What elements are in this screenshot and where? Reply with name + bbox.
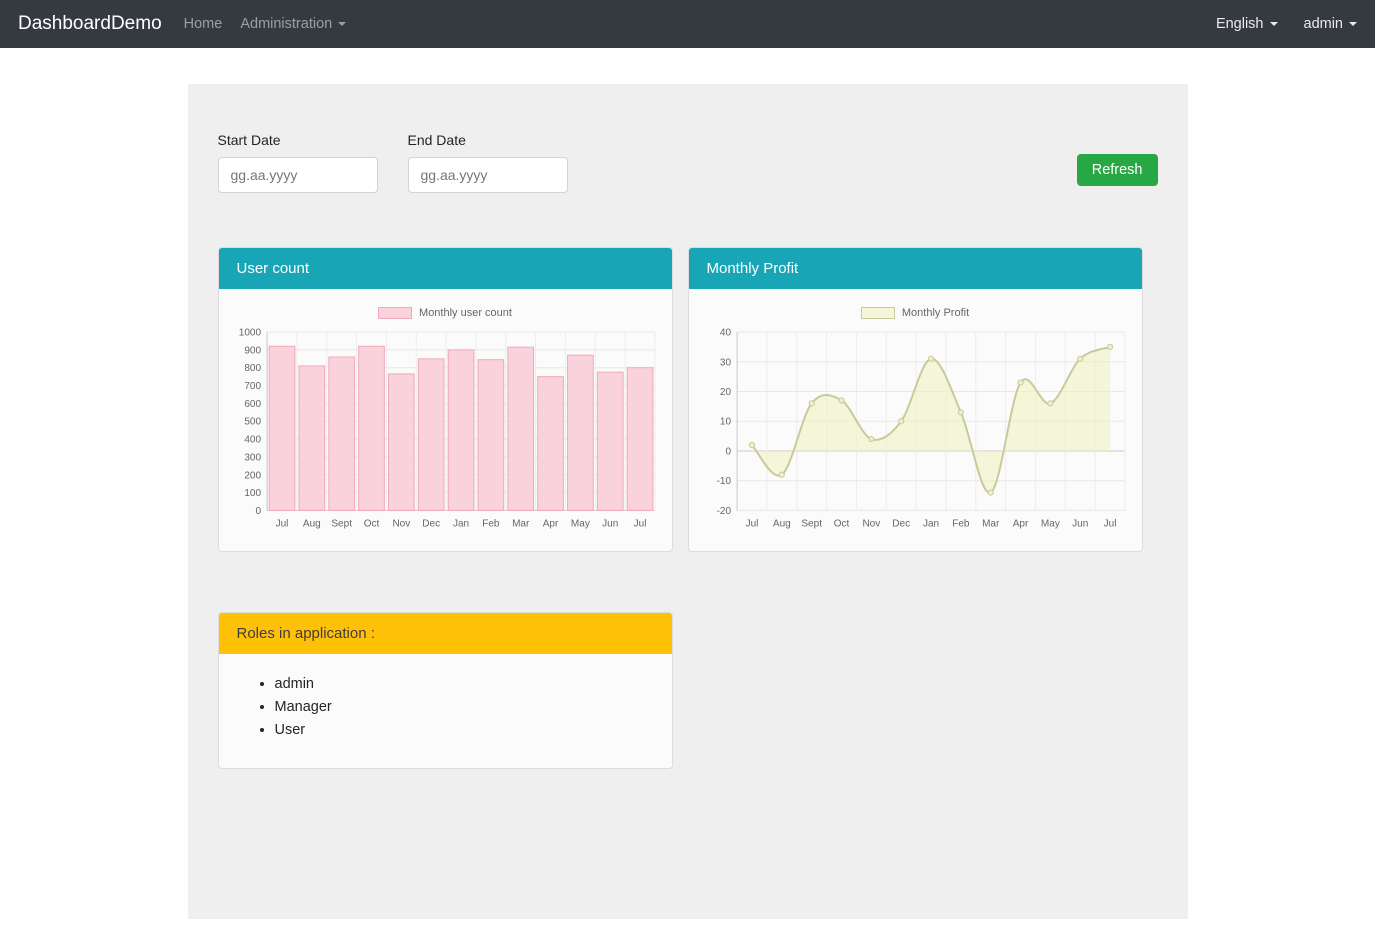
- end-date-label: End Date: [408, 132, 568, 148]
- monthly-profit-panel-body: Monthly Profit -20 -10 0 10 20 30 40 Jul Aug Sept…: [689, 289, 1142, 551]
- svg-text:0: 0: [255, 506, 261, 517]
- user-count-panel: User count Monthly user count 0 100 200 300…: [218, 247, 673, 552]
- monthly-profit-legend-label: Monthly Profit: [902, 307, 969, 319]
- nav-item-home-label: Home: [184, 16, 223, 32]
- svg-text:May: May: [570, 518, 589, 529]
- svg-text:30: 30: [719, 357, 731, 368]
- svg-text:Apr: Apr: [542, 518, 558, 529]
- monthly-profit-line-chart: -20 -10 0 10 20 30 40 Jul Aug Sept Oct Nov Dec Jan Feb…: [699, 325, 1132, 535]
- language-dropdown[interactable]: English: [1216, 16, 1278, 32]
- user-menu-dropdown[interactable]: admin: [1304, 16, 1358, 32]
- svg-text:40: 40: [719, 328, 731, 339]
- chevron-down-icon: [338, 22, 346, 26]
- svg-text:Jun: Jun: [602, 518, 618, 529]
- navbar-left-links: Home Administration: [184, 16, 347, 32]
- svg-text:Jul: Jul: [633, 518, 646, 529]
- roles-list-item: User: [275, 722, 654, 738]
- svg-text:Mar: Mar: [982, 518, 1000, 529]
- user-menu-label: admin: [1304, 16, 1344, 32]
- chevron-down-icon: [1349, 22, 1357, 26]
- svg-text:700: 700: [244, 381, 261, 392]
- svg-text:-10: -10: [716, 476, 731, 487]
- navbar: DashboardDemo Home Administration Englis…: [0, 0, 1375, 48]
- nav-item-administration[interactable]: Administration: [240, 16, 346, 32]
- svg-text:Aug: Aug: [772, 518, 790, 529]
- roles-list-item: Manager: [275, 699, 654, 715]
- roles-panel: Roles in application : admin Manager User: [218, 612, 673, 769]
- svg-text:Sept: Sept: [331, 518, 352, 529]
- svg-text:Sept: Sept: [801, 518, 822, 529]
- svg-text:-20: -20: [716, 506, 731, 517]
- svg-text:Nov: Nov: [862, 518, 880, 529]
- svg-text:1000: 1000: [238, 328, 261, 339]
- svg-text:Jan: Jan: [452, 518, 468, 529]
- svg-text:Mar: Mar: [512, 518, 530, 529]
- svg-text:Jun: Jun: [1072, 518, 1088, 529]
- svg-text:Oct: Oct: [363, 518, 379, 529]
- user-count-legend-label: Monthly user count: [419, 307, 512, 319]
- svg-text:May: May: [1040, 518, 1059, 529]
- nav-item-administration-label: Administration: [240, 16, 332, 32]
- svg-text:500: 500: [244, 417, 261, 428]
- user-count-bar-chart: 0 100 200 300 400 500 600 700 800 900 1000 Jul Aug Se…: [229, 325, 662, 535]
- start-date-input[interactable]: [218, 157, 378, 193]
- monthly-profit-panel: Monthly Profit Monthly Profit -20 -10 0 10 2…: [688, 247, 1143, 552]
- svg-text:900: 900: [244, 345, 261, 356]
- svg-text:Jan: Jan: [922, 518, 938, 529]
- svg-text:Jul: Jul: [1103, 518, 1116, 529]
- svg-text:0: 0: [725, 446, 731, 457]
- svg-text:Oct: Oct: [833, 518, 849, 529]
- roles-panel-body: admin Manager User: [219, 654, 672, 768]
- svg-text:Feb: Feb: [482, 518, 500, 529]
- roles-list-item: admin: [275, 676, 654, 692]
- svg-text:Jul: Jul: [275, 518, 288, 529]
- svg-text:Dec: Dec: [422, 518, 440, 529]
- monthly-profit-legend[interactable]: Monthly Profit: [699, 301, 1132, 325]
- svg-text:Jul: Jul: [745, 518, 758, 529]
- chevron-down-icon: [1270, 22, 1278, 26]
- language-dropdown-label: English: [1216, 16, 1264, 32]
- navbar-right-links: English admin: [1216, 16, 1357, 32]
- start-date-label: Start Date: [218, 132, 378, 148]
- svg-text:Dec: Dec: [892, 518, 910, 529]
- svg-text:Apr: Apr: [1012, 518, 1028, 529]
- svg-text:600: 600: [244, 399, 261, 410]
- svg-text:Feb: Feb: [952, 518, 970, 529]
- main-container: Start Date End Date Refresh User count M…: [188, 84, 1188, 919]
- svg-text:400: 400: [244, 435, 261, 446]
- filter-row: Start Date End Date Refresh: [218, 132, 1158, 193]
- svg-text:300: 300: [244, 452, 261, 463]
- svg-text:20: 20: [719, 387, 731, 398]
- roles-panel-header: Roles in application :: [219, 613, 672, 654]
- svg-text:200: 200: [244, 470, 261, 481]
- svg-text:Nov: Nov: [392, 518, 410, 529]
- user-count-legend[interactable]: Monthly user count: [229, 301, 662, 325]
- user-count-panel-body: Monthly user count 0 100 200 300 400 500 600 70…: [219, 289, 672, 551]
- end-date-group: End Date: [408, 132, 568, 193]
- end-date-input[interactable]: [408, 157, 568, 193]
- refresh-button[interactable]: Refresh: [1077, 154, 1158, 186]
- svg-text:Aug: Aug: [302, 518, 320, 529]
- svg-text:800: 800: [244, 363, 261, 374]
- user-count-panel-header: User count: [219, 248, 672, 289]
- brand-link[interactable]: DashboardDemo: [18, 13, 162, 35]
- start-date-group: Start Date: [218, 132, 378, 193]
- charts-row: User count Monthly user count 0100200300…: [218, 247, 1158, 552]
- legend-swatch-yellow: [861, 307, 895, 319]
- svg-text:100: 100: [244, 488, 261, 499]
- nav-item-home[interactable]: Home: [184, 16, 223, 32]
- monthly-profit-panel-header: Monthly Profit: [689, 248, 1142, 289]
- legend-swatch-pink: [378, 307, 412, 319]
- roles-list: admin Manager User: [237, 676, 654, 738]
- svg-text:10: 10: [719, 417, 731, 428]
